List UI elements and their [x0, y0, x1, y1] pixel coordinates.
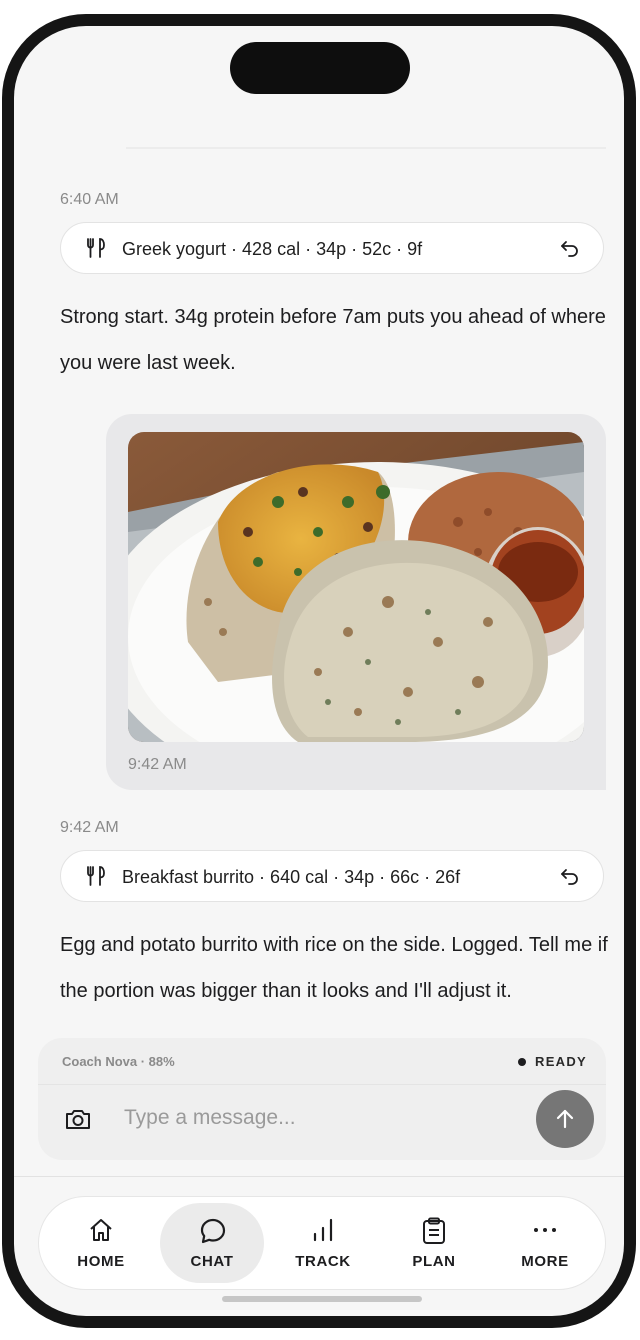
photo-timestamp: 9:42 AM [128, 756, 187, 773]
undo-icon[interactable] [559, 866, 581, 888]
ready-status: READY [535, 1054, 588, 1069]
tab-label: TRACK [295, 1253, 351, 1270]
message-composer: Coach Nova · 88% READY [38, 1038, 606, 1160]
dynamic-island [230, 42, 410, 94]
user-photo-message: 9:42 AM [106, 414, 606, 790]
divider [14, 1176, 624, 1177]
phone-frame: 6:40 AM Greek yogurt · 428 cal · 34p · 5… [2, 14, 636, 1328]
tab-label: HOME [77, 1253, 125, 1270]
tab-chat[interactable]: CHAT [160, 1203, 264, 1283]
coach-message: Egg and potato burrito with rice on the … [60, 934, 608, 1002]
meal-log-card[interactable]: Breakfast burrito · 640 cal · 34p · 66c … [60, 850, 604, 902]
bar-chart-icon [313, 1218, 333, 1242]
divider [126, 147, 606, 149]
home-icon [90, 1219, 112, 1241]
chat-screen: 6:40 AM Greek yogurt · 428 cal · 34p · 5… [14, 26, 624, 1316]
tab-home[interactable]: HOME [49, 1203, 153, 1283]
meal-log-card[interactable]: Greek yogurt · 428 cal · 34p · 52c · 9f [60, 222, 604, 274]
chat-bubble-icon [200, 1218, 226, 1244]
camera-icon[interactable] [64, 1106, 92, 1132]
home-indicator[interactable] [222, 1296, 422, 1302]
coach-status: Coach Nova · 88% [62, 1054, 175, 1069]
composer-header: Coach Nova · 88% READY [38, 1038, 606, 1085]
arrow-up-icon [556, 1109, 574, 1129]
more-dots-icon [534, 1228, 556, 1232]
tab-label: MORE [521, 1253, 569, 1270]
status-dot [518, 1058, 526, 1066]
message-timestamp: 6:40 AM [60, 191, 119, 208]
tab-label: PLAN [412, 1253, 456, 1270]
send-button[interactable] [536, 1090, 594, 1148]
tab-plan[interactable]: PLAN [382, 1203, 486, 1283]
tab-more[interactable]: MORE [493, 1203, 597, 1283]
message-timestamp: 9:42 AM [60, 819, 119, 836]
clipboard-icon [423, 1217, 445, 1244]
fork-knife-icon [87, 866, 105, 886]
meal-log-text: Greek yogurt · 428 cal · 34p · 52c · 9f [122, 239, 423, 259]
tab-label: CHAT [190, 1253, 234, 1270]
breakfast-burrito-photo[interactable] [128, 432, 584, 742]
tab-bar: HOME CHAT TRACK PLAN MORE [38, 1196, 606, 1290]
undo-icon[interactable] [559, 238, 581, 260]
meal-log-text: Breakfast burrito · 640 cal · 34p · 66c … [122, 867, 461, 887]
tab-track[interactable]: TRACK [271, 1203, 375, 1283]
message-input[interactable] [114, 1098, 514, 1138]
coach-message: Strong start. 34g protein before 7am put… [60, 306, 606, 374]
fork-knife-icon [87, 238, 105, 258]
